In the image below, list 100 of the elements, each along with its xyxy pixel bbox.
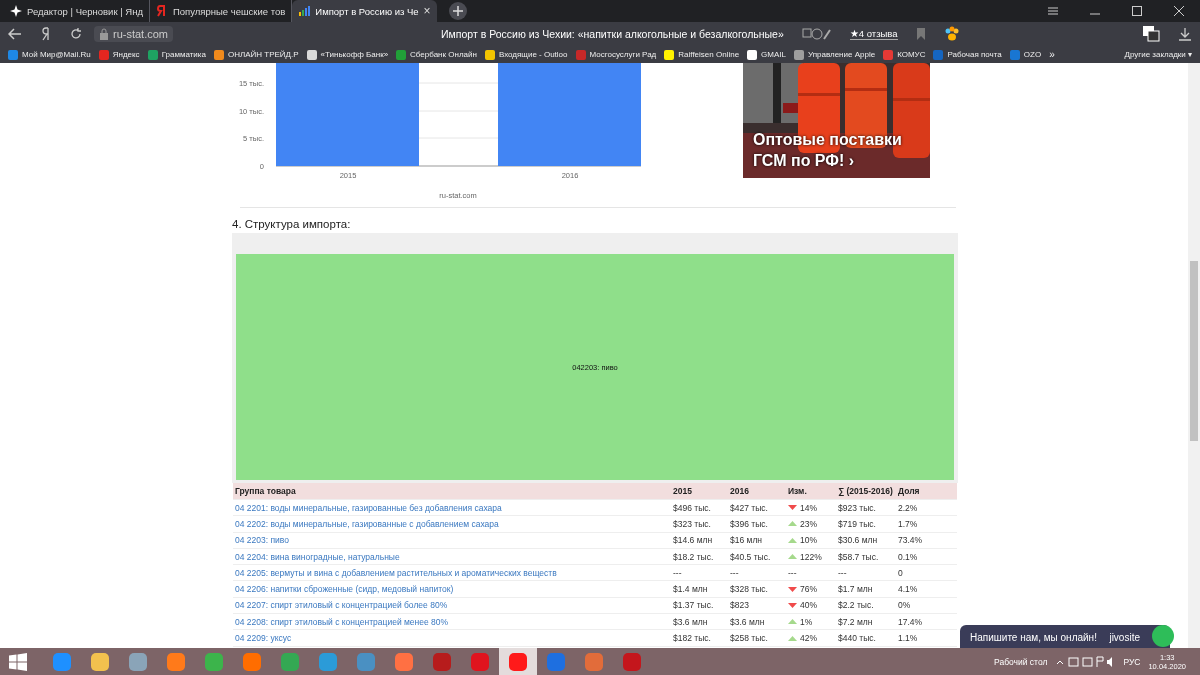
- table-cell-text: $1.37 тыс.: [673, 600, 715, 611]
- bookmark-icon[interactable]: [915, 28, 926, 40]
- table-cell-text: $440 тыс.: [838, 633, 877, 643]
- group-link[interactable]: 04 2202: воды минеральные, газированные с добавлением сахара: [235, 518, 499, 529]
- other-bookmarks-button[interactable]: Другие закладки ▾: [1124, 50, 1192, 59]
- bookmark[interactable]: Raiffeisen Online: [664, 49, 740, 60]
- paw-icon[interactable]: [943, 26, 960, 42]
- table-cell-text: $18.2 тыс.: [673, 551, 715, 562]
- start-icon[interactable]: [9, 652, 27, 671]
- group-link[interactable]: 04 2201: воды минеральные, газированные без добавления сахара: [235, 502, 502, 513]
- group-link[interactable]: 04 2207: спирт этиловый с концентрацией более 80%: [235, 600, 448, 611]
- yandex-logo-icon: [156, 5, 168, 17]
- bookmark[interactable]: КОМУС: [883, 49, 926, 60]
- table-cell-text: $258 тыс.: [730, 633, 769, 643]
- table-cell: ---: [788, 567, 797, 578]
- table-cell-text: $823: [730, 600, 750, 611]
- bookmark[interactable]: Мой Мир@Mail.Ru: [8, 49, 91, 60]
- scrollbar-thumb[interactable]: [1190, 261, 1198, 441]
- table-cell-text: $14.6 млн: [673, 535, 714, 546]
- reload-icon[interactable]: [70, 28, 82, 40]
- table-cell-text: $1.4 млн: [673, 584, 709, 595]
- sparkle-icon: [10, 5, 22, 17]
- table-cell-text: $58.7 тыс.: [838, 551, 880, 562]
- language-indicator[interactable]: РУС: [1123, 656, 1141, 667]
- extension-icons[interactable]: [801, 27, 832, 41]
- yandex-logo-icon[interactable]: [40, 27, 52, 41]
- table-cell-text: 4.1%: [898, 584, 919, 595]
- table-cell-text: $323 тыс.: [673, 518, 712, 529]
- group-link[interactable]: 04 2205: вермуты и вина с добавлением растительных и ароматических веществ: [235, 567, 557, 578]
- section-title: 4. Структура импорта:: [232, 218, 352, 230]
- bookmark[interactable]: OZO: [1009, 49, 1042, 60]
- table-cell: 23%: [800, 518, 817, 529]
- status-dot-icon: [1152, 625, 1174, 647]
- back-icon[interactable]: [8, 28, 22, 40]
- table-cell-text: $182 тыс.: [673, 633, 712, 643]
- menu-icon[interactable]: [1047, 6, 1059, 16]
- table-cell-text: ---: [673, 567, 683, 578]
- column-header[interactable]: Изм.: [788, 486, 838, 496]
- close-tab-button[interactable]: ×: [423, 4, 431, 18]
- table-cell-text: $923 тыс.: [838, 502, 877, 513]
- chat-text: Напишите нам, мы онлайн!: [970, 631, 1097, 643]
- chat-widget[interactable]: Напишите нам, мы онлайн! jivosite: [960, 625, 1170, 648]
- group-link[interactable]: 04 2206: напитки сброженные (сидр, медовый напиток): [235, 584, 454, 595]
- reviews-link[interactable]: ★4 отзыва: [849, 28, 898, 40]
- maximize-icon[interactable]: [1131, 6, 1143, 16]
- column-header[interactable]: 2016: [730, 486, 788, 496]
- table-cell-text: $16 млн: [730, 535, 764, 546]
- table-cell-text: $7.2 млн: [838, 616, 874, 627]
- chat-brand: jivosite: [1109, 631, 1140, 643]
- download-icon[interactable]: [1178, 27, 1192, 41]
- bookmark[interactable]: GMAIL: [747, 49, 786, 60]
- table-cell-text: $496 тыс.: [673, 502, 712, 513]
- new-tab-icon[interactable]: [448, 2, 467, 20]
- bookmark[interactable]: Входящие - Outloo: [484, 49, 568, 60]
- table-cell-text: 0.1%: [898, 551, 919, 562]
- address-field[interactable]: ru-stat.com: [94, 26, 173, 42]
- table-cell-text: $328 тыс.: [730, 584, 769, 595]
- table-cell-text: $30.6 млн: [838, 535, 879, 546]
- table-cell: 40%: [800, 600, 817, 611]
- table-cell-text: 1.7%: [898, 518, 919, 529]
- desktop-toolbar[interactable]: Рабочий стол: [994, 656, 1048, 667]
- group-link[interactable]: 04 2209: уксус: [235, 633, 292, 643]
- table-cell: 1%: [800, 616, 813, 627]
- bookmark[interactable]: Рабочая почта: [933, 49, 1002, 60]
- browser-tab[interactable]: Импорт в Россию из Че ×: [292, 0, 437, 22]
- table-cell-text: $3.6 млн: [730, 616, 766, 627]
- bookmark[interactable]: Управление Apple: [794, 49, 876, 60]
- taskbar-app[interactable]: [499, 648, 537, 675]
- close-icon[interactable]: [1173, 6, 1185, 16]
- table-cell-text: ---: [730, 567, 740, 578]
- tab-title[interactable]: Популярные чешские тов: [173, 5, 286, 17]
- column-header[interactable]: ∑ (2015-2016): [838, 486, 898, 496]
- table-cell-text: ---: [838, 567, 848, 578]
- table-cell-text: $719 тыс.: [838, 518, 877, 529]
- lock-icon: [99, 28, 109, 40]
- table-cell-text: $396 тыс.: [730, 518, 769, 529]
- bookmark[interactable]: ОНЛАЙН ТРЕЙД.Р: [213, 49, 299, 60]
- table-cell: 122%: [800, 551, 822, 562]
- table-cell: 76%: [800, 584, 817, 595]
- bookmark[interactable]: Яндекс: [98, 49, 140, 60]
- bookmark[interactable]: Мосгосуслуги Рад: [575, 49, 657, 60]
- tab-title[interactable]: Редактор | Черновик | Янд: [27, 5, 143, 17]
- bookmark[interactable]: Грамматика: [147, 49, 206, 60]
- column-header[interactable]: Доля: [898, 486, 957, 496]
- bookmark[interactable]: «Тинькофф Банк»: [306, 49, 389, 60]
- bar-chart-icon: [298, 5, 311, 17]
- table-cell-text: $3.6 млн: [673, 616, 709, 627]
- page-title: Импорт в Россию из Чехии: «напитки алкогольные и безалкогольные»: [441, 28, 784, 40]
- group-link[interactable]: 04 2208: спирт этиловый с концентрацией менее 80%: [235, 616, 449, 627]
- table-cell-text: $1.7 млн: [838, 584, 874, 595]
- tab-title[interactable]: Импорт в Россию из Че: [315, 5, 419, 17]
- group-link[interactable]: 04 2204: вина виноградные, натуральные: [235, 551, 400, 562]
- bookmark[interactable]: Сбербанк Онлайн: [396, 49, 477, 60]
- table-cell-text: 73.4%: [898, 535, 924, 546]
- scrollbar[interactable]: [1188, 63, 1200, 648]
- more-bookmarks-button[interactable]: »: [1049, 49, 1055, 60]
- column-header[interactable]: Группа товара: [235, 486, 673, 496]
- table-cell: 42%: [800, 633, 817, 643]
- column-header[interactable]: 2015: [673, 486, 730, 496]
- group-link[interactable]: 04 2203: пиво: [235, 535, 289, 546]
